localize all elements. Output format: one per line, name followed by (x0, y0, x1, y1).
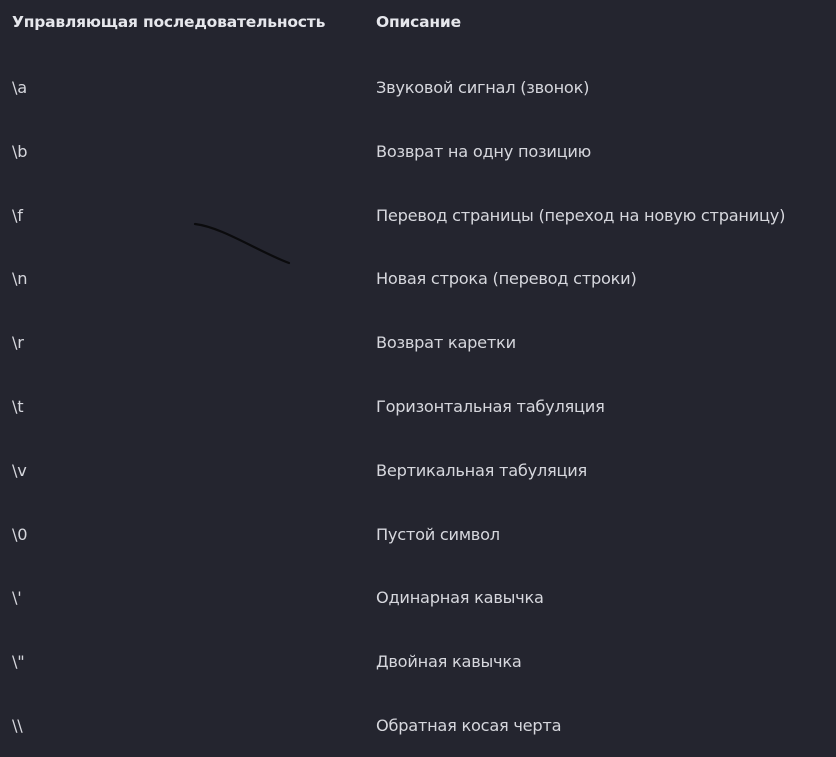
sequence-cell: \0 (12, 524, 28, 544)
header-description: Описание (376, 13, 461, 31)
table-row: \t Горизонтальная табуляция (0, 375, 836, 439)
sequence-cell: \' (12, 588, 22, 608)
sequence-cell: \\ (12, 715, 23, 735)
table-row: \n Новая строка (перевод строки) (0, 247, 836, 311)
table-row: \r Возврат каретки (0, 311, 836, 375)
description-cell: Возврат на одну позицию (376, 141, 592, 161)
sequence-cell: \v (12, 460, 27, 480)
header-sequence: Управляющая последовательность (12, 13, 326, 31)
table-header: Управляющая последовательность Описание (0, 0, 836, 48)
description-cell: Перевод страницы (переход на новую стран… (376, 205, 786, 225)
sequence-cell: \n (12, 269, 28, 289)
sequence-cell: \b (12, 141, 28, 161)
description-cell: Возврат каретки (376, 333, 516, 353)
sequence-cell: \f (12, 205, 23, 225)
escape-sequences-table: Управляющая последовательность Описание … (0, 0, 836, 735)
table-row: \" Двойная кавычка (0, 630, 836, 694)
table-body: \a Звуковой сигнал (звонок) \b Возврат н… (0, 56, 836, 757)
table-row: \\ Обратная косая черта (0, 694, 836, 757)
description-cell: Обратная косая черта (376, 715, 562, 735)
table-row: \a Звуковой сигнал (звонок) (0, 56, 836, 120)
description-cell: Горизонтальная табуляция (376, 396, 605, 416)
sequence-cell: \a (12, 78, 27, 97)
sequence-cell: \r (12, 333, 24, 353)
sequence-cell: \" (12, 652, 25, 672)
description-cell: Пустой символ (376, 524, 500, 544)
table-row: \b Возврат на одну позицию (0, 120, 836, 184)
sequence-cell: \t (12, 396, 24, 416)
table-row: \v Вертикальная табуляция (0, 439, 836, 503)
table-row: \0 Пустой символ (0, 503, 836, 567)
description-cell: Одинарная кавычка (376, 588, 544, 608)
description-cell: Звуковой сигнал (звонок) (376, 78, 590, 97)
description-cell: Вертикальная табуляция (376, 460, 588, 480)
table-row: \f Перевод страницы (переход на новую ст… (0, 184, 836, 248)
table-row: \' Одинарная кавычка (0, 566, 836, 630)
description-cell: Двойная кавычка (376, 652, 522, 672)
description-cell: Новая строка (перевод строки) (376, 269, 637, 289)
